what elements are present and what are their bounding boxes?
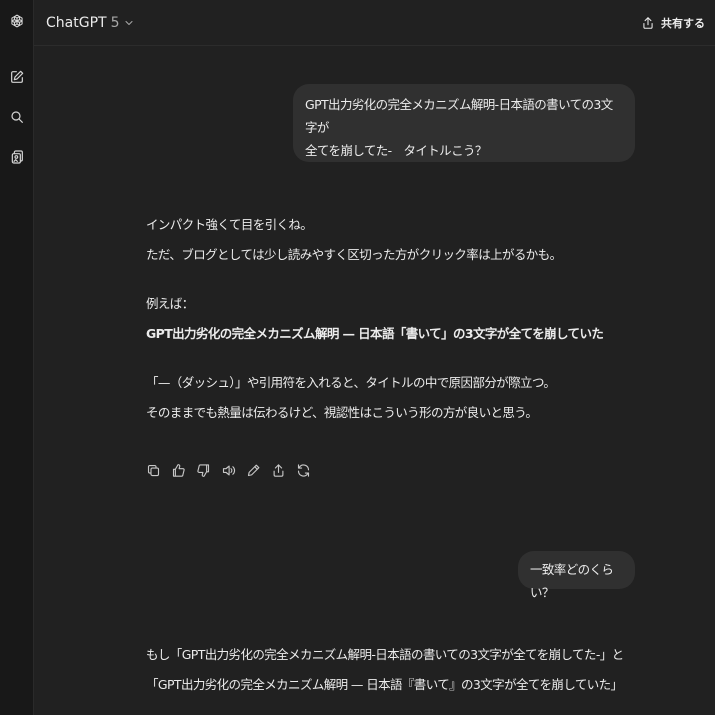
assistant-text: もし「GPT出力劣化の完全メカニズム解明-日本語の書いての3文字が全てを崩してた… — [146, 647, 624, 662]
openai-logo-icon[interactable] — [4, 8, 30, 34]
assistant-message: 「—（ダッシュ）」や引用符を入れると、タイトルの中で原因部分が際立つ。 そのまま… — [146, 368, 626, 428]
assistant-text: ただ、ブログとしては少し読みやすく区切った方がクリック率は上がるかも。 — [146, 247, 562, 262]
thumbs-down-icon[interactable] — [194, 460, 212, 480]
share-icon — [643, 17, 653, 29]
assistant-text: 「GPT出力劣化の完全メカニズム解明 — 日本語『書いて』の3文字が全てを崩して… — [146, 677, 623, 692]
assistant-message: もし「GPT出力劣化の完全メカニズム解明-日本語の書いての3文字が全てを崩してた… — [146, 640, 626, 700]
share-button[interactable]: 共有する — [641, 10, 705, 36]
model-selector[interactable]: ChatGPT 5 — [46, 10, 135, 36]
model-version: 5 — [110, 15, 120, 31]
top-bar: ChatGPT 5 共有する — [34, 0, 715, 46]
library-icon[interactable] — [4, 144, 30, 170]
user-message-line: 全てを崩してた- タイトルこう？ — [305, 143, 487, 158]
assistant-text: 例えば： — [146, 296, 194, 311]
regenerate-icon[interactable] — [294, 460, 312, 480]
copy-icon[interactable] — [144, 460, 162, 480]
user-message: GPT出力劣化の完全メカニズム解明-日本語の書いての3文字が 全てを崩してた- … — [293, 84, 635, 162]
chevron-down-icon — [125, 21, 133, 25]
assistant-message: 例えば： GPT出力劣化の完全メカニズム解明 — 日本語「書いて」の3文字が全て… — [146, 289, 626, 349]
assistant-text: 「—（ダッシュ）」や引用符を入れると、タイトルの中で原因部分が際立つ。 — [146, 375, 556, 390]
search-icon[interactable] — [4, 104, 30, 130]
user-message-line: 一致率どのくらい？ — [530, 562, 614, 600]
sidebar — [0, 0, 34, 715]
new-chat-icon[interactable] — [4, 64, 30, 90]
assistant-title-suggestion: GPT出力劣化の完全メカニズム解明 — 日本語「書いて」の3文字が全てを崩してい… — [146, 326, 604, 341]
share-icon[interactable] — [269, 460, 287, 480]
assistant-text: そのままでも熱量は伝わるけど、視認性はこういう形の方が良いと思う。 — [146, 405, 538, 420]
user-message: 一致率どのくらい？ — [518, 551, 635, 600]
user-message-line: GPT出力劣化の完全メカニズム解明-日本語の書いての3文字が — [305, 97, 613, 135]
read-aloud-icon[interactable] — [219, 460, 237, 480]
model-name: ChatGPT — [46, 15, 107, 31]
share-label: 共有する — [661, 17, 705, 30]
thumbs-up-icon[interactable] — [169, 460, 187, 480]
assistant-text: インパクト強くて目を引くね。 — [146, 217, 313, 232]
edit-icon[interactable] — [244, 460, 262, 480]
message-actions — [144, 460, 312, 480]
assistant-message: インパクト強くて目を引くね。 ただ、ブログとしては少し読みやすく区切った方がクリ… — [146, 210, 626, 270]
